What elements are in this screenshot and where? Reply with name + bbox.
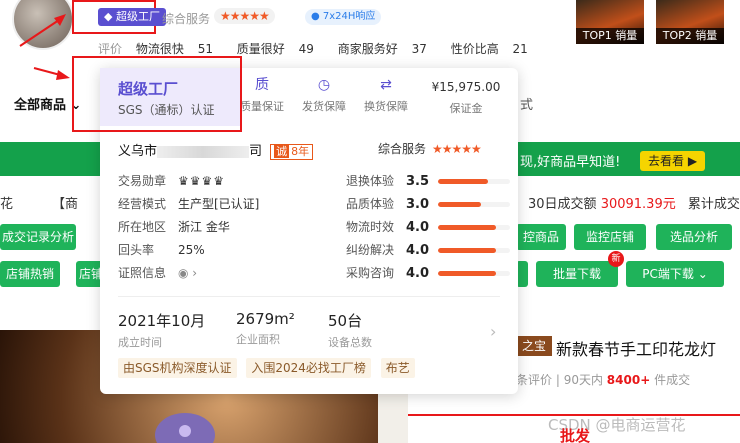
product-analysis-button[interactable]: 选品分析 (656, 224, 732, 250)
years-badge: 诚 8年 (270, 144, 314, 160)
rating-service[interactable]: 商家服务好 37 (338, 42, 437, 56)
popup-tags: 由SGS机构深度认证 入围2024必找工厂榜 布艺 (118, 358, 421, 378)
exchange-guarantee[interactable]: ⇄ 换货保障 (358, 76, 414, 114)
score-dispute: 纠纷解决 4.0 (346, 241, 510, 258)
rating-value[interactable]: 性价比高 21 (451, 42, 538, 56)
score-logistics: 物流时效 4.0 (346, 218, 510, 235)
product-title[interactable]: 新款春节手工印花龙灯 (556, 336, 716, 360)
deposit: ¥15,975.00 保证金 (431, 80, 501, 115)
left-fragment-2: 【商 (52, 197, 79, 212)
tag-sgs: 由SGS机构深度认证 (118, 358, 237, 378)
pc-download-button[interactable]: PC端下载 ⌄ (626, 261, 724, 287)
lantern-decoration-icon (155, 413, 215, 443)
rating-row: 评价 物流很快 51 质量很好 49 商家服务好 37 性价比高 21 (98, 40, 548, 57)
shipping-guarantee[interactable]: ◷ 发货保障 (296, 76, 352, 114)
info-license[interactable]: 证照信息 ◉ › (118, 264, 197, 281)
popup-service-rating: 综合服务 ★★★★★ (378, 142, 482, 156)
license-icon: ◉ › (178, 266, 198, 280)
shop-name[interactable]: 义乌市司 诚 8年 (118, 140, 314, 160)
left-fragment-1: 花 (0, 197, 14, 212)
look-button[interactable]: 去看看 ▶ (640, 151, 706, 171)
hot-sale-button[interactable]: 店铺热销 (0, 261, 60, 287)
top1-tag: TOP1 销量 (576, 28, 644, 44)
metric-founded: 2021年10月 成立时间 (118, 312, 206, 349)
monitor-shop-button[interactable]: 监控店铺 (574, 224, 646, 250)
service-stars: ★★★★★ (214, 8, 275, 24)
top2-tag: TOP2 销量 (656, 28, 724, 44)
batch-download-button[interactable]: 批量下载 (536, 261, 618, 287)
chevron-down-icon: ⌄ (697, 267, 708, 281)
info-medal: 交易勋章 ♛♛♛♛ (118, 174, 226, 188)
new-badge: 新 (608, 251, 624, 267)
tag-fabric: 布艺 (380, 358, 415, 378)
nav-fragment[interactable]: 式 (520, 94, 533, 113)
trade-record-button[interactable]: 成交记录分析 (0, 224, 76, 250)
popup-divider (118, 296, 500, 297)
highlight-box-popup (72, 56, 242, 132)
top1-thumbnail[interactable]: TOP1 销量 (576, 0, 644, 44)
exchange-icon: ⇄ (380, 77, 392, 93)
info-region: 所在地区 浙江 金华 (118, 220, 230, 234)
rating-quality[interactable]: 质量很好 49 (237, 42, 324, 56)
score-quality: 品质体验 3.0 (346, 195, 510, 212)
rating-logistics[interactable]: 物流很快 51 (136, 42, 223, 56)
tag-2024-list: 入围2024必找工厂榜 (246, 358, 371, 378)
eval-row: 条评价 | 90天内 8400+ 件成交 (516, 373, 691, 387)
chevron-right-icon[interactable]: › (490, 322, 496, 341)
metric-devices: 50台 设备总数 (328, 312, 372, 349)
wholesale-label[interactable]: 批发 (560, 425, 590, 443)
news-text: 现,好商品早知道! (520, 155, 621, 170)
quality-guarantee[interactable]: 质 质量保证 (234, 76, 290, 114)
monitor-goods-button[interactable]: 控商品 (516, 224, 566, 250)
response-pill: ● 7x24H响应 (305, 9, 382, 25)
score-consult: 采购咨询 4.0 (346, 264, 510, 281)
score-return: 退换体验 3.5 (346, 172, 510, 189)
top2-thumbnail[interactable]: TOP2 销量 (656, 0, 724, 44)
response-icon: ● (311, 11, 323, 22)
product-tag: 之宝 (516, 336, 552, 356)
clock-icon: ◷ (317, 77, 331, 93)
medal-icon: ♛♛♛♛ (178, 174, 226, 188)
metric-area: 2679m² 企业面积 (236, 310, 295, 346)
redacted-name (157, 145, 250, 158)
stat-row: 30日成交额 30091.39元 累计成交 (528, 197, 740, 212)
info-return-rate: 回头率 25% (118, 243, 205, 257)
quality-icon: 质 (255, 77, 269, 93)
service-label: 综合服务 (162, 12, 211, 26)
info-mode: 经营模式 生产型[已认证] (118, 197, 260, 211)
